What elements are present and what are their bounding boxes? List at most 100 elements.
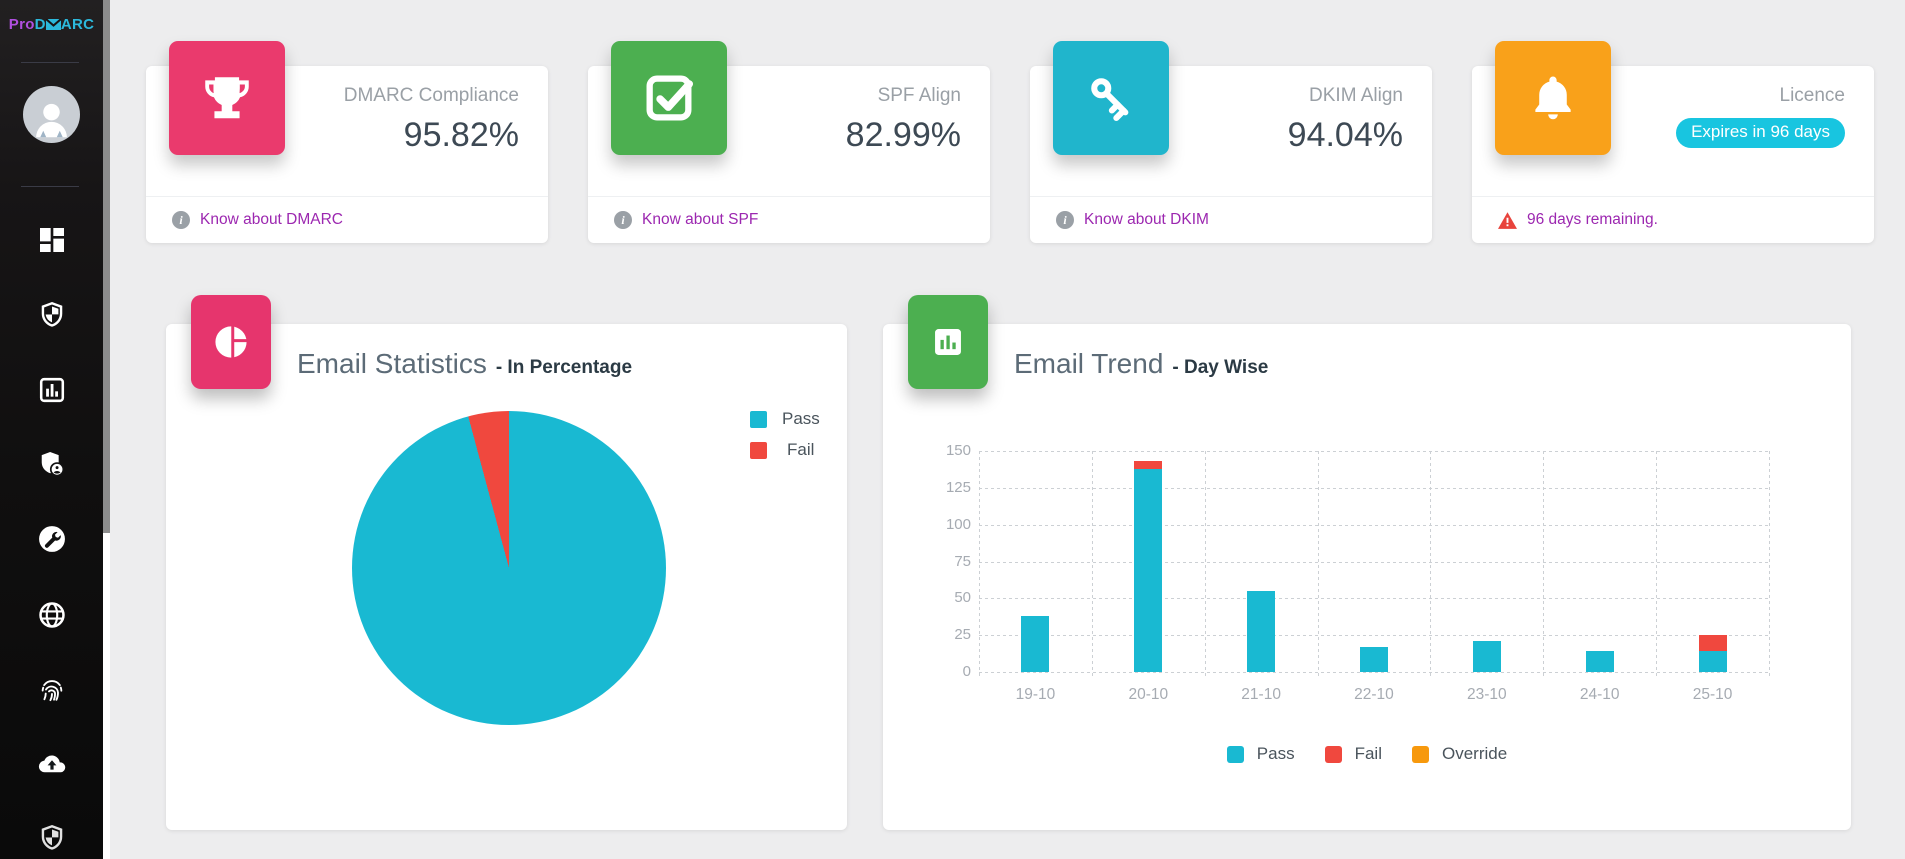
envelope-icon (46, 19, 61, 30)
bar[interactable] (1134, 461, 1162, 672)
dashboard-icon (36, 224, 68, 256)
user-silhouette-icon (29, 94, 74, 143)
stat-label: DKIM Align (1309, 85, 1403, 107)
bar-legend-item[interactable]: Pass (1227, 744, 1295, 764)
bar-ylabels: 0255075100125150 (883, 451, 971, 672)
bar[interactable] (1473, 641, 1501, 672)
y-tick-label: 100 (946, 516, 971, 533)
know-about-spf-link[interactable]: i Know about SPF (588, 196, 990, 243)
bar-segment-pass (1021, 616, 1049, 672)
gridline (979, 672, 1769, 673)
licence-expiry-badge: Expires in 96 days (1676, 118, 1845, 148)
bar[interactable] (1699, 635, 1727, 672)
avatar[interactable] (23, 86, 80, 143)
card-title: Email Statistics (297, 348, 487, 380)
stat-card-dmarc: DMARC Compliance 95.82% i Know about DMA… (146, 66, 548, 243)
licence-remaining-note: 96 days remaining. (1472, 196, 1874, 243)
app-logo[interactable]: ProD ARC (0, 16, 103, 33)
stat-footer-text: 96 days remaining. (1527, 211, 1658, 229)
logo-text-arc: ARC (61, 16, 94, 33)
bar[interactable] (1360, 647, 1388, 672)
key-icon (1053, 41, 1169, 155)
stat-footer-text: Know about DMARC (200, 211, 343, 229)
sidebar-item-domain-admin[interactable] (36, 448, 68, 480)
legend-swatch-icon (750, 442, 767, 459)
bar[interactable] (1021, 616, 1049, 672)
bar-chart-icon (36, 374, 68, 406)
legend-swatch-icon (1412, 746, 1429, 763)
bar-segment-pass (1247, 591, 1275, 672)
know-about-dmarc-link[interactable]: i Know about DMARC (146, 196, 548, 243)
sidebar-item-dashboard[interactable] (36, 224, 68, 256)
bar[interactable] (1247, 591, 1275, 672)
bar-segment-pass (1360, 647, 1388, 672)
y-tick-label: 50 (954, 589, 971, 606)
check-square-icon (611, 41, 727, 155)
y-tick-label: 25 (954, 626, 971, 643)
stat-label: Licence (1780, 85, 1846, 107)
gridline (1769, 451, 1770, 678)
shield-icon (36, 299, 68, 331)
sidebar-scrollbar[interactable] (103, 0, 110, 859)
globe-icon (36, 599, 68, 631)
user-shield-icon (36, 448, 68, 480)
sidebar-item-reports[interactable] (36, 374, 68, 406)
sidebar-item-forensics[interactable] (36, 673, 68, 705)
stat-footer-text: Know about SPF (642, 211, 758, 229)
bar-legend: Pass Fail Override (883, 744, 1851, 764)
logo-text-d: D (35, 16, 46, 33)
y-tick-label: 125 (946, 479, 971, 496)
bar-chart: 0255075100125150 19-1020-1021-1022-1023-… (883, 324, 1851, 830)
pie-legend-label: Fail (787, 440, 814, 460)
sidebar-divider (21, 62, 79, 63)
bar-plot: 19-1020-1021-1022-1023-1024-1025-10 (979, 451, 1769, 672)
x-tick-label: 22-10 (1318, 686, 1431, 704)
sidebar: ProD ARC (0, 0, 110, 859)
bar-segment-pass (1586, 651, 1614, 672)
x-tick-label: 21-10 (1205, 686, 1318, 704)
stat-card-row: DMARC Compliance 95.82% i Know about DMA… (146, 66, 1874, 243)
pie-legend-item[interactable]: Pass (750, 409, 820, 429)
sidebar-item-security[interactable] (36, 299, 68, 331)
x-tick-label: 23-10 (1430, 686, 1543, 704)
stat-card-licence: Licence Expires in 96 days 96 days remai… (1472, 66, 1874, 243)
info-icon: i (172, 211, 190, 229)
stat-card-spf: SPF Align 82.99% i Know about SPF (588, 66, 990, 243)
bar-legend-item[interactable]: Fail (1325, 744, 1382, 764)
legend-swatch-icon (750, 411, 767, 428)
pie-chart-icon (191, 295, 271, 389)
info-icon: i (1056, 211, 1074, 229)
bar-legend-item[interactable]: Override (1412, 744, 1507, 764)
know-about-dkim-link[interactable]: i Know about DKIM (1030, 196, 1432, 243)
stat-value: 95.82% (404, 116, 519, 155)
x-tick-label: 19-10 (979, 686, 1092, 704)
sidebar-item-settings[interactable] (36, 523, 68, 555)
bar-segment-pass (1473, 641, 1501, 672)
main-content: DMARC Compliance 95.82% i Know about DMA… (110, 0, 1905, 859)
pie-legend-item[interactable]: Fail (750, 440, 820, 460)
stat-value: 82.99% (846, 116, 961, 155)
trophy-icon (169, 41, 285, 155)
bar-segment-pass (1699, 651, 1727, 672)
legend-swatch-icon (1227, 746, 1244, 763)
wrench-icon (36, 523, 68, 555)
y-tick-label: 0 (963, 663, 971, 680)
y-tick-label: 75 (954, 553, 971, 570)
sidebar-item-domains[interactable] (36, 599, 68, 631)
card-subtitle: - In Percentage (496, 357, 632, 379)
bar-segment-fail (1134, 461, 1162, 468)
x-tick-label: 20-10 (1092, 686, 1205, 704)
sidebar-item-upload[interactable] (36, 748, 68, 780)
stat-card-dkim: DKIM Align 94.04% i Know about DKIM (1030, 66, 1432, 243)
logo-text-pro: Pro (9, 16, 35, 33)
pie-chart[interactable] (352, 411, 666, 725)
bar-legend-label: Fail (1355, 744, 1382, 764)
bar-legend-label: Pass (1257, 744, 1295, 764)
bar[interactable] (1586, 651, 1614, 672)
email-statistics-card: Email Statistics - In Percentage Pass Fai… (166, 324, 847, 830)
stat-label: SPF Align (878, 85, 961, 107)
sidebar-item-policy[interactable] (36, 822, 68, 854)
warning-icon (1498, 212, 1517, 229)
stat-label: DMARC Compliance (344, 85, 519, 107)
scrollbar-thumb[interactable] (103, 0, 110, 533)
